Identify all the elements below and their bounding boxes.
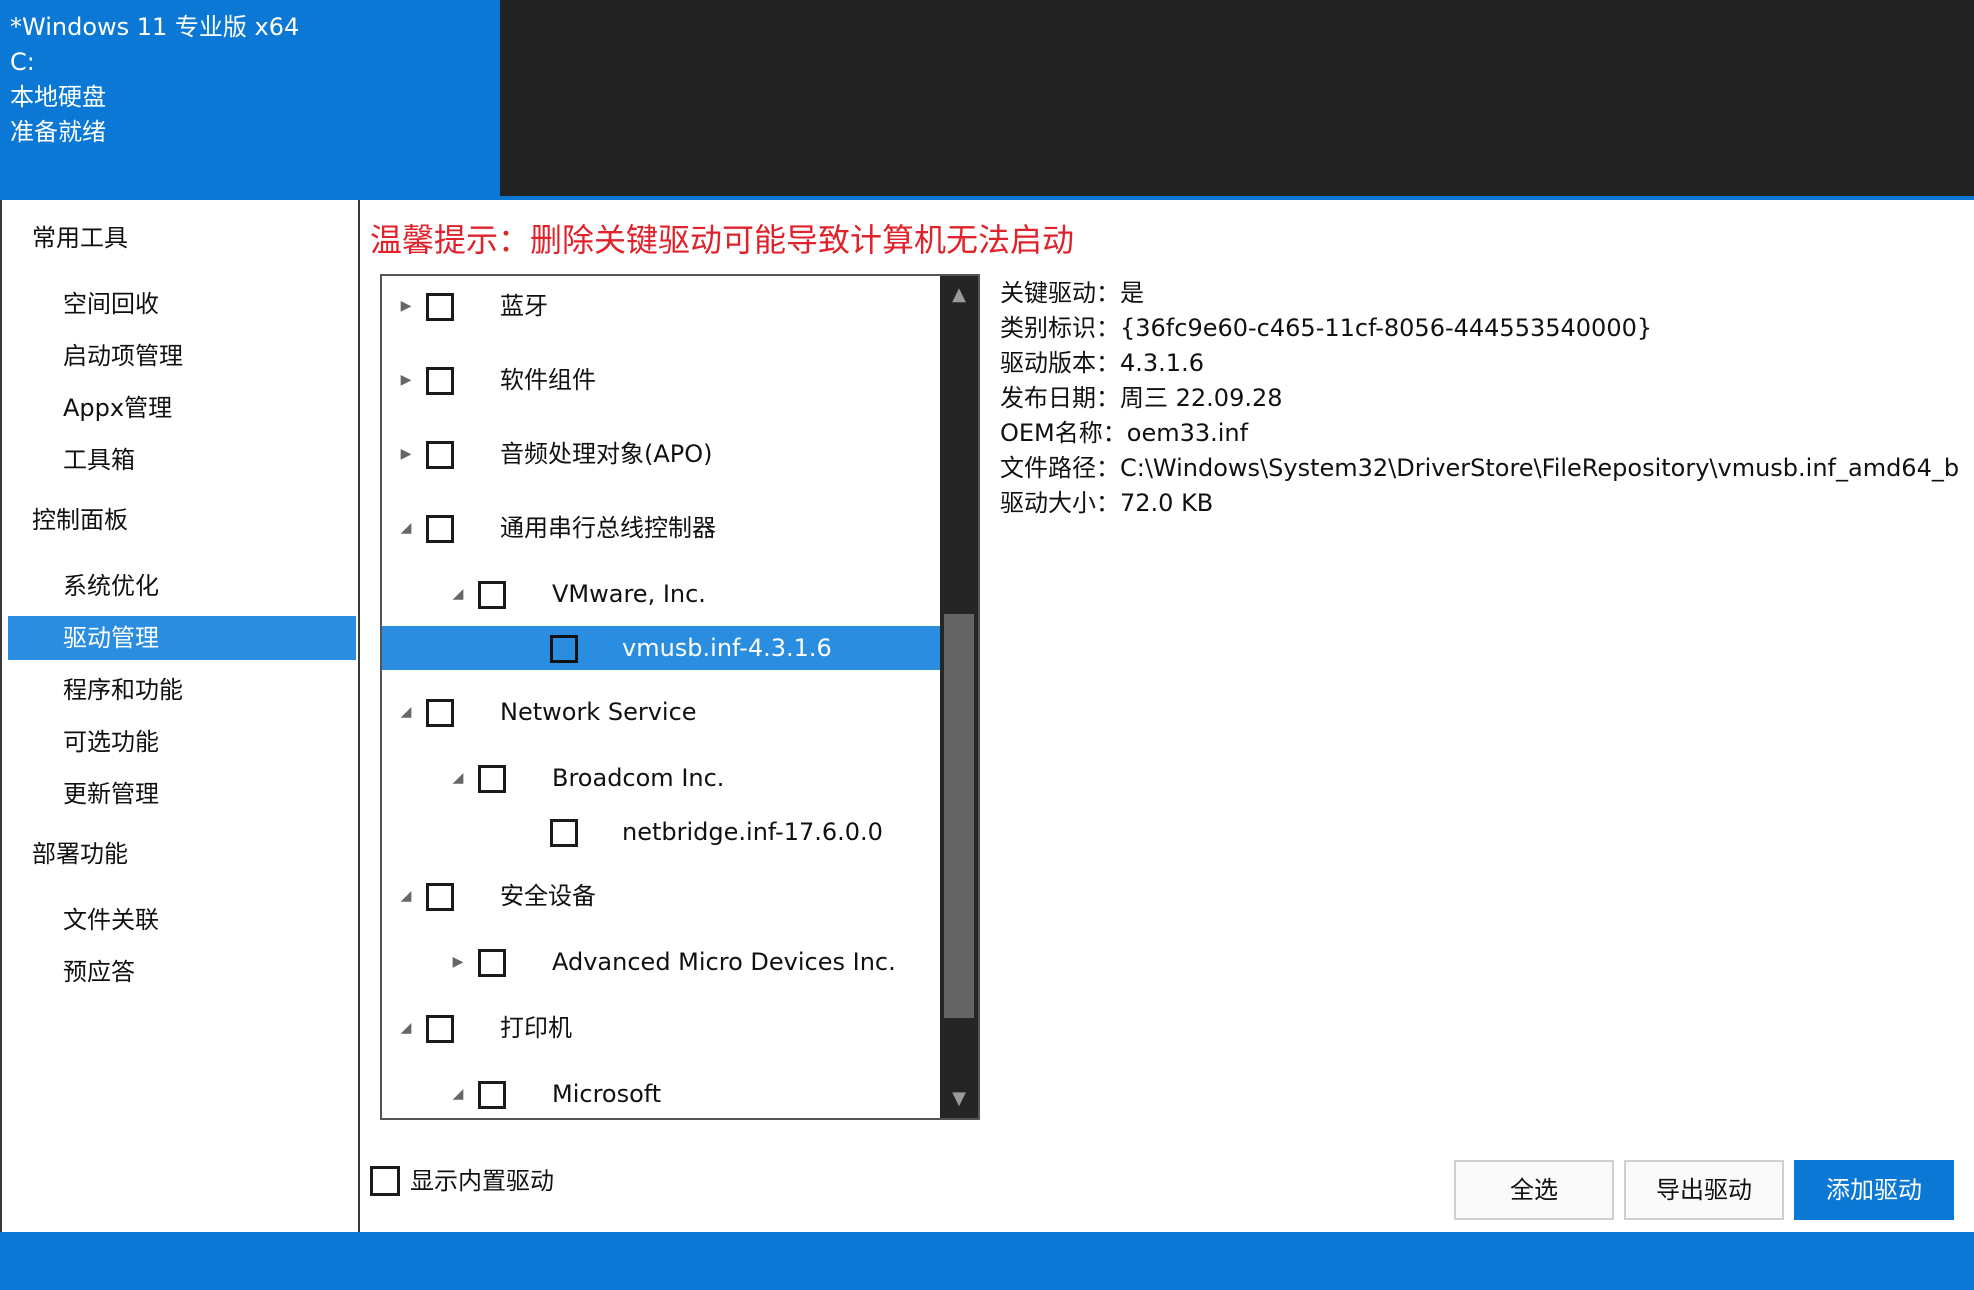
- tree-row-checkbox[interactable]: [426, 1015, 454, 1043]
- tree-row[interactable]: vmusb.inf-4.3.1.6: [382, 626, 940, 670]
- tree-row[interactable]: ◢ VMware, Inc.: [382, 572, 940, 616]
- tree-row[interactable]: ◢ 通用串行总线控制器: [382, 506, 940, 550]
- sidebar: 常用工具 空间回收 启动项管理 Appx管理 工具箱 控制面板 系统优化 驱动管…: [0, 200, 360, 1232]
- sidebar-item-startup-manager[interactable]: 启动项管理: [8, 334, 356, 378]
- tree-row-checkbox[interactable]: [426, 883, 454, 911]
- tree-row[interactable]: ◢ Microsoft: [382, 1072, 940, 1116]
- sidebar-item-appx-manager[interactable]: Appx管理: [8, 386, 356, 430]
- sidebar-item-update-manager[interactable]: 更新管理: [8, 772, 356, 816]
- tree-row[interactable]: ▶ Advanced Micro Devices Inc.: [382, 940, 940, 984]
- tree-row-checkbox[interactable]: [426, 699, 454, 727]
- export-driver-button[interactable]: 导出驱动: [1624, 1160, 1784, 1220]
- triangle-down-right-icon[interactable]: ◢: [450, 572, 466, 616]
- status-label: 准备就绪: [10, 118, 106, 146]
- select-all-button[interactable]: 全选: [1454, 1160, 1614, 1220]
- tree-row-label: Broadcom Inc.: [552, 764, 725, 792]
- tree-row[interactable]: ◢ Broadcom Inc.: [382, 756, 940, 800]
- triangle-right-icon[interactable]: ▶: [398, 432, 414, 476]
- triangle-right-icon[interactable]: ▶: [450, 940, 466, 984]
- sidebar-item-file-association[interactable]: 文件关联: [8, 898, 356, 942]
- sidebar-item-pre-answer[interactable]: 预应答: [8, 950, 356, 994]
- tree-row-label: VMware, Inc.: [552, 580, 706, 608]
- triangle-down-right-icon[interactable]: ◢: [398, 1006, 414, 1050]
- detail-driver-size: 驱动大小：72.0 KB: [1000, 489, 1214, 517]
- tree-row[interactable]: ▶ 音频处理对象(APO): [382, 432, 940, 476]
- detail-oem-name: OEM名称：oem33.inf: [1000, 419, 1249, 447]
- tree-row-label: netbridge.inf-17.6.0.0: [622, 818, 883, 846]
- warning-text: 温馨提示：删除关键驱动可能导致计算机无法启动: [370, 221, 1075, 259]
- tree-row-label: Microsoft: [552, 1080, 662, 1108]
- checkbox-box[interactable]: [370, 1166, 400, 1196]
- sidebar-group-common-tools: 常用工具: [32, 224, 128, 252]
- tree-row-label: 音频处理对象(APO): [500, 440, 713, 468]
- tree-row-checkbox[interactable]: [478, 581, 506, 609]
- tree-row[interactable]: ◢ 打印机: [382, 1006, 940, 1050]
- sidebar-item-programs-features[interactable]: 程序和功能: [8, 668, 356, 712]
- scroll-thumb[interactable]: [944, 614, 974, 1018]
- tree-row[interactable]: ▶ 蓝牙: [382, 284, 940, 328]
- header-accent-strip: [500, 196, 1974, 200]
- sidebar-item-toolbox[interactable]: 工具箱: [8, 438, 356, 482]
- footer-bar: [0, 1232, 1974, 1290]
- tree-row-checkbox[interactable]: [550, 819, 578, 847]
- tree-row[interactable]: netbridge.inf-17.6.0.0: [382, 810, 940, 854]
- tree-row-label: 通用串行总线控制器: [500, 514, 716, 542]
- sidebar-item-optional-features[interactable]: 可选功能: [8, 720, 356, 764]
- sidebar-group-deploy: 部署功能: [32, 840, 128, 868]
- drive-type-label: 本地硬盘: [10, 83, 106, 111]
- tree-row-label: 软件组件: [500, 366, 596, 394]
- detail-driver-version: 驱动版本：4.3.1.6: [1000, 349, 1204, 377]
- tree-row-label: 打印机: [500, 1014, 572, 1042]
- tree-row-checkbox[interactable]: [550, 635, 578, 663]
- triangle-right-icon[interactable]: ▶: [398, 358, 414, 402]
- tree-row[interactable]: ▶ 软件组件: [382, 358, 940, 402]
- scroll-up-icon[interactable]: ▲: [940, 280, 978, 310]
- detail-file-path: 文件路径：C:\Windows\System32\DriverStore\Fil…: [1000, 454, 1960, 482]
- sidebar-item-space-reclaim[interactable]: 空间回收: [8, 282, 356, 326]
- tree-row-label: 蓝牙: [500, 292, 548, 320]
- sidebar-group-control-panel: 控制面板: [32, 506, 128, 534]
- scroll-down-icon[interactable]: ▼: [940, 1084, 978, 1114]
- tree-row-checkbox[interactable]: [478, 949, 506, 977]
- sidebar-item-system-optimize[interactable]: 系统优化: [8, 564, 356, 608]
- tree-row[interactable]: ◢ Network Service: [382, 690, 940, 734]
- window-info-panel: *Windows 11 专业版 x64 C: 本地硬盘 准备就绪: [0, 0, 500, 200]
- tree-row-label: Network Service: [500, 698, 697, 726]
- detail-class-guid: 类别标识：{36fc9e60-c465-11cf-8056-4445535400…: [1000, 314, 1653, 342]
- triangle-down-right-icon[interactable]: ◢: [398, 506, 414, 550]
- tree-row-checkbox[interactable]: [478, 765, 506, 793]
- triangle-down-right-icon[interactable]: ◢: [398, 874, 414, 918]
- tree-scrollbar[interactable]: ▲ ▼: [940, 276, 978, 1118]
- tree-row-checkbox[interactable]: [426, 367, 454, 395]
- triangle-right-icon[interactable]: ▶: [398, 284, 414, 328]
- tree-row-checkbox[interactable]: [426, 293, 454, 321]
- tree-row-label: 安全设备: [500, 882, 596, 910]
- header-dark-area: [500, 0, 1974, 196]
- triangle-down-right-icon[interactable]: ◢: [450, 1072, 466, 1116]
- tree-row-label: vmusb.inf-4.3.1.6: [622, 634, 832, 662]
- tree-row-label: Advanced Micro Devices Inc.: [552, 948, 896, 976]
- triangle-down-right-icon[interactable]: ◢: [398, 690, 414, 734]
- show-builtin-label: 显示内置驱动: [410, 1167, 554, 1195]
- detail-release-date: 发布日期：周三 22.09.28: [1000, 384, 1283, 412]
- tree-row-checkbox[interactable]: [426, 441, 454, 469]
- triangle-down-right-icon[interactable]: ◢: [450, 756, 466, 800]
- edition-label: *Windows 11 专业版 x64: [10, 13, 300, 41]
- drive-letter-label: C:: [10, 48, 35, 76]
- detail-critical-driver: 关键驱动：是: [1000, 279, 1144, 307]
- sidebar-item-driver-manager[interactable]: 驱动管理: [8, 616, 356, 660]
- tree-row-checkbox[interactable]: [478, 1081, 506, 1109]
- add-driver-button[interactable]: 添加驱动: [1794, 1160, 1954, 1220]
- tree-row[interactable]: ◢ 安全设备: [382, 874, 940, 918]
- tree-row-checkbox[interactable]: [426, 515, 454, 543]
- driver-tree[interactable]: ▶ 蓝牙 ▶ 软件组件 ▶ 音频处理对象(APO) ◢ 通用串行总线控制器 ◢ VMware, I…: [380, 274, 980, 1120]
